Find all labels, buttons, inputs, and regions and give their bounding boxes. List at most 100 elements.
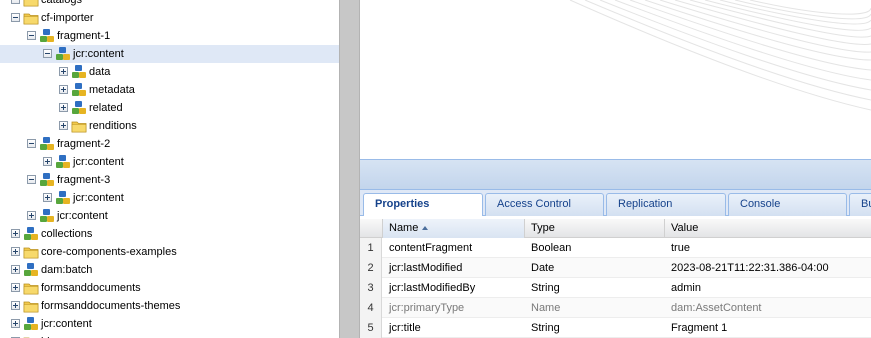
tree-node-label: catalogs (41, 0, 82, 6)
tree-node[interactable]: jcr:content (0, 189, 339, 207)
expand-icon[interactable] (11, 247, 20, 256)
expand-icon[interactable] (11, 229, 20, 238)
property-name-cell[interactable]: jcr:primaryType (383, 298, 525, 318)
collapse-icon[interactable] (27, 175, 36, 184)
property-type-cell[interactable]: Date (525, 258, 665, 278)
expand-icon[interactable] (11, 283, 20, 292)
tree-node[interactable]: dam:batch (0, 261, 339, 279)
property-value-cell[interactable]: admin (665, 278, 871, 298)
tree-node-label: dam:batch (41, 264, 93, 276)
panel-header-band (360, 160, 871, 190)
rownum-header (360, 219, 383, 238)
tree-node[interactable]: jcr:content (0, 207, 339, 225)
tree-node-label: fragment-1 (57, 30, 111, 42)
tree-node[interactable]: cf-importer (0, 9, 339, 27)
tree-node-label: collections (41, 228, 93, 240)
column-header-label: Name (389, 222, 419, 234)
tree-node[interactable]: fragment-1 (0, 27, 339, 45)
tab-console[interactable]: Console (728, 193, 847, 216)
node-icon (23, 262, 39, 278)
expand-icon[interactable] (11, 301, 20, 310)
tree-node[interactable]: jcr:content (0, 315, 339, 333)
tab-replication[interactable]: Replication (606, 193, 726, 216)
tree-node[interactable]: catalogs (0, 0, 339, 9)
node-icon (39, 208, 55, 224)
property-name-cell[interactable]: jcr:lastModified (383, 258, 525, 278)
property-name-cell[interactable]: contentFragment (383, 238, 525, 258)
tree-node[interactable]: jcr:content (0, 45, 339, 63)
tree-node[interactable]: formsanddocuments-themes (0, 297, 339, 315)
node-icon (55, 190, 71, 206)
node-icon (23, 226, 39, 242)
node-icon (71, 64, 87, 80)
folder-icon (23, 334, 39, 338)
expand-icon[interactable] (59, 85, 68, 94)
expand-icon[interactable] (59, 121, 68, 130)
expand-icon[interactable] (43, 157, 52, 166)
tab-build[interactable]: Bu (849, 193, 871, 216)
property-value-cell[interactable]: Fragment 1 (665, 318, 871, 338)
tree-node-label: fragment-3 (57, 174, 111, 186)
tree-node-label: cf-importer (41, 12, 94, 24)
table-row[interactable]: 2 jcr:lastModified Date 2023-08-21T11:22:31… (360, 258, 871, 278)
row-number: 1 (360, 238, 382, 258)
tree-node[interactable]: fragment-2 (0, 135, 339, 153)
expand-icon[interactable] (27, 211, 36, 220)
expand-icon[interactable] (11, 319, 20, 328)
node-icon (39, 28, 55, 44)
property-type-cell[interactable]: Name (525, 298, 665, 318)
tree-node-label: renditions (89, 120, 137, 132)
tree-node[interactable]: core-components-examples (0, 243, 339, 261)
expand-icon[interactable] (59, 67, 68, 76)
tree-node[interactable]: collections (0, 225, 339, 243)
tree-node-label: jcr:content (57, 210, 108, 222)
folder-icon (23, 244, 39, 260)
tree-node-label: jcr:content (73, 156, 124, 168)
node-icon (39, 136, 55, 152)
properties-tabstrip: Properties Access Control Replication Co… (360, 190, 871, 217)
property-name-cell[interactable]: jcr:title (383, 318, 525, 338)
tree-node[interactable]: data (0, 63, 339, 81)
tree-node[interactable]: jcr:content (0, 153, 339, 171)
node-icon (23, 316, 39, 332)
table-row[interactable]: 4 jcr:primaryType Name dam:AssetContent (360, 298, 871, 318)
property-value-cell[interactable]: 2023-08-21T11:22:31.386-04:00 (665, 258, 871, 278)
property-name-cell[interactable]: jcr:lastModifiedBy (383, 278, 525, 298)
property-value-cell[interactable]: true (665, 238, 871, 258)
tree-node[interactable]: related (0, 99, 339, 117)
table-row[interactable]: 5 jcr:title String Fragment 1 (360, 318, 871, 338)
column-header-name[interactable]: Name (383, 219, 525, 238)
property-type-cell[interactable]: Boolean (525, 238, 665, 258)
tab-properties[interactable]: Properties (363, 193, 483, 217)
column-header-type[interactable]: Type (525, 219, 665, 238)
column-header-value[interactable]: Value (665, 219, 871, 238)
collapse-icon[interactable] (11, 13, 20, 22)
row-number: 3 (360, 278, 382, 298)
property-value-cell[interactable]: dam:AssetContent (665, 298, 871, 318)
folder-icon (23, 0, 39, 8)
tab-access-control[interactable]: Access Control (485, 193, 604, 216)
decorative-curves (569, 0, 871, 111)
tree-node[interactable]: renditions (0, 117, 339, 135)
tree-node[interactable]: fragment-3 (0, 171, 339, 189)
table-row[interactable]: 1 contentFragment Boolean true (360, 238, 871, 258)
folder-icon (23, 280, 39, 296)
collapse-icon[interactable] (27, 31, 36, 40)
expand-icon[interactable] (59, 103, 68, 112)
collapse-icon[interactable] (27, 139, 36, 148)
expand-icon[interactable] (43, 193, 52, 202)
expand-icon[interactable] (11, 265, 20, 274)
node-icon (55, 46, 71, 62)
folder-icon (71, 118, 87, 134)
tree-node[interactable]: ld-ecomm (0, 333, 339, 338)
table-row[interactable]: 3 jcr:lastModifiedBy String admin (360, 278, 871, 298)
collapse-icon[interactable] (43, 49, 52, 58)
collapse-icon[interactable] (11, 0, 20, 4)
repository-tree: catalogs cf-importer fragment-1 jcr:cont… (0, 0, 339, 338)
property-type-cell[interactable]: String (525, 318, 665, 338)
property-type-cell[interactable]: String (525, 278, 665, 298)
panel-splitter[interactable] (339, 0, 360, 338)
tree-node[interactable]: formsanddocuments (0, 279, 339, 297)
tree-node[interactable]: metadata (0, 81, 339, 99)
folder-icon (23, 10, 39, 26)
